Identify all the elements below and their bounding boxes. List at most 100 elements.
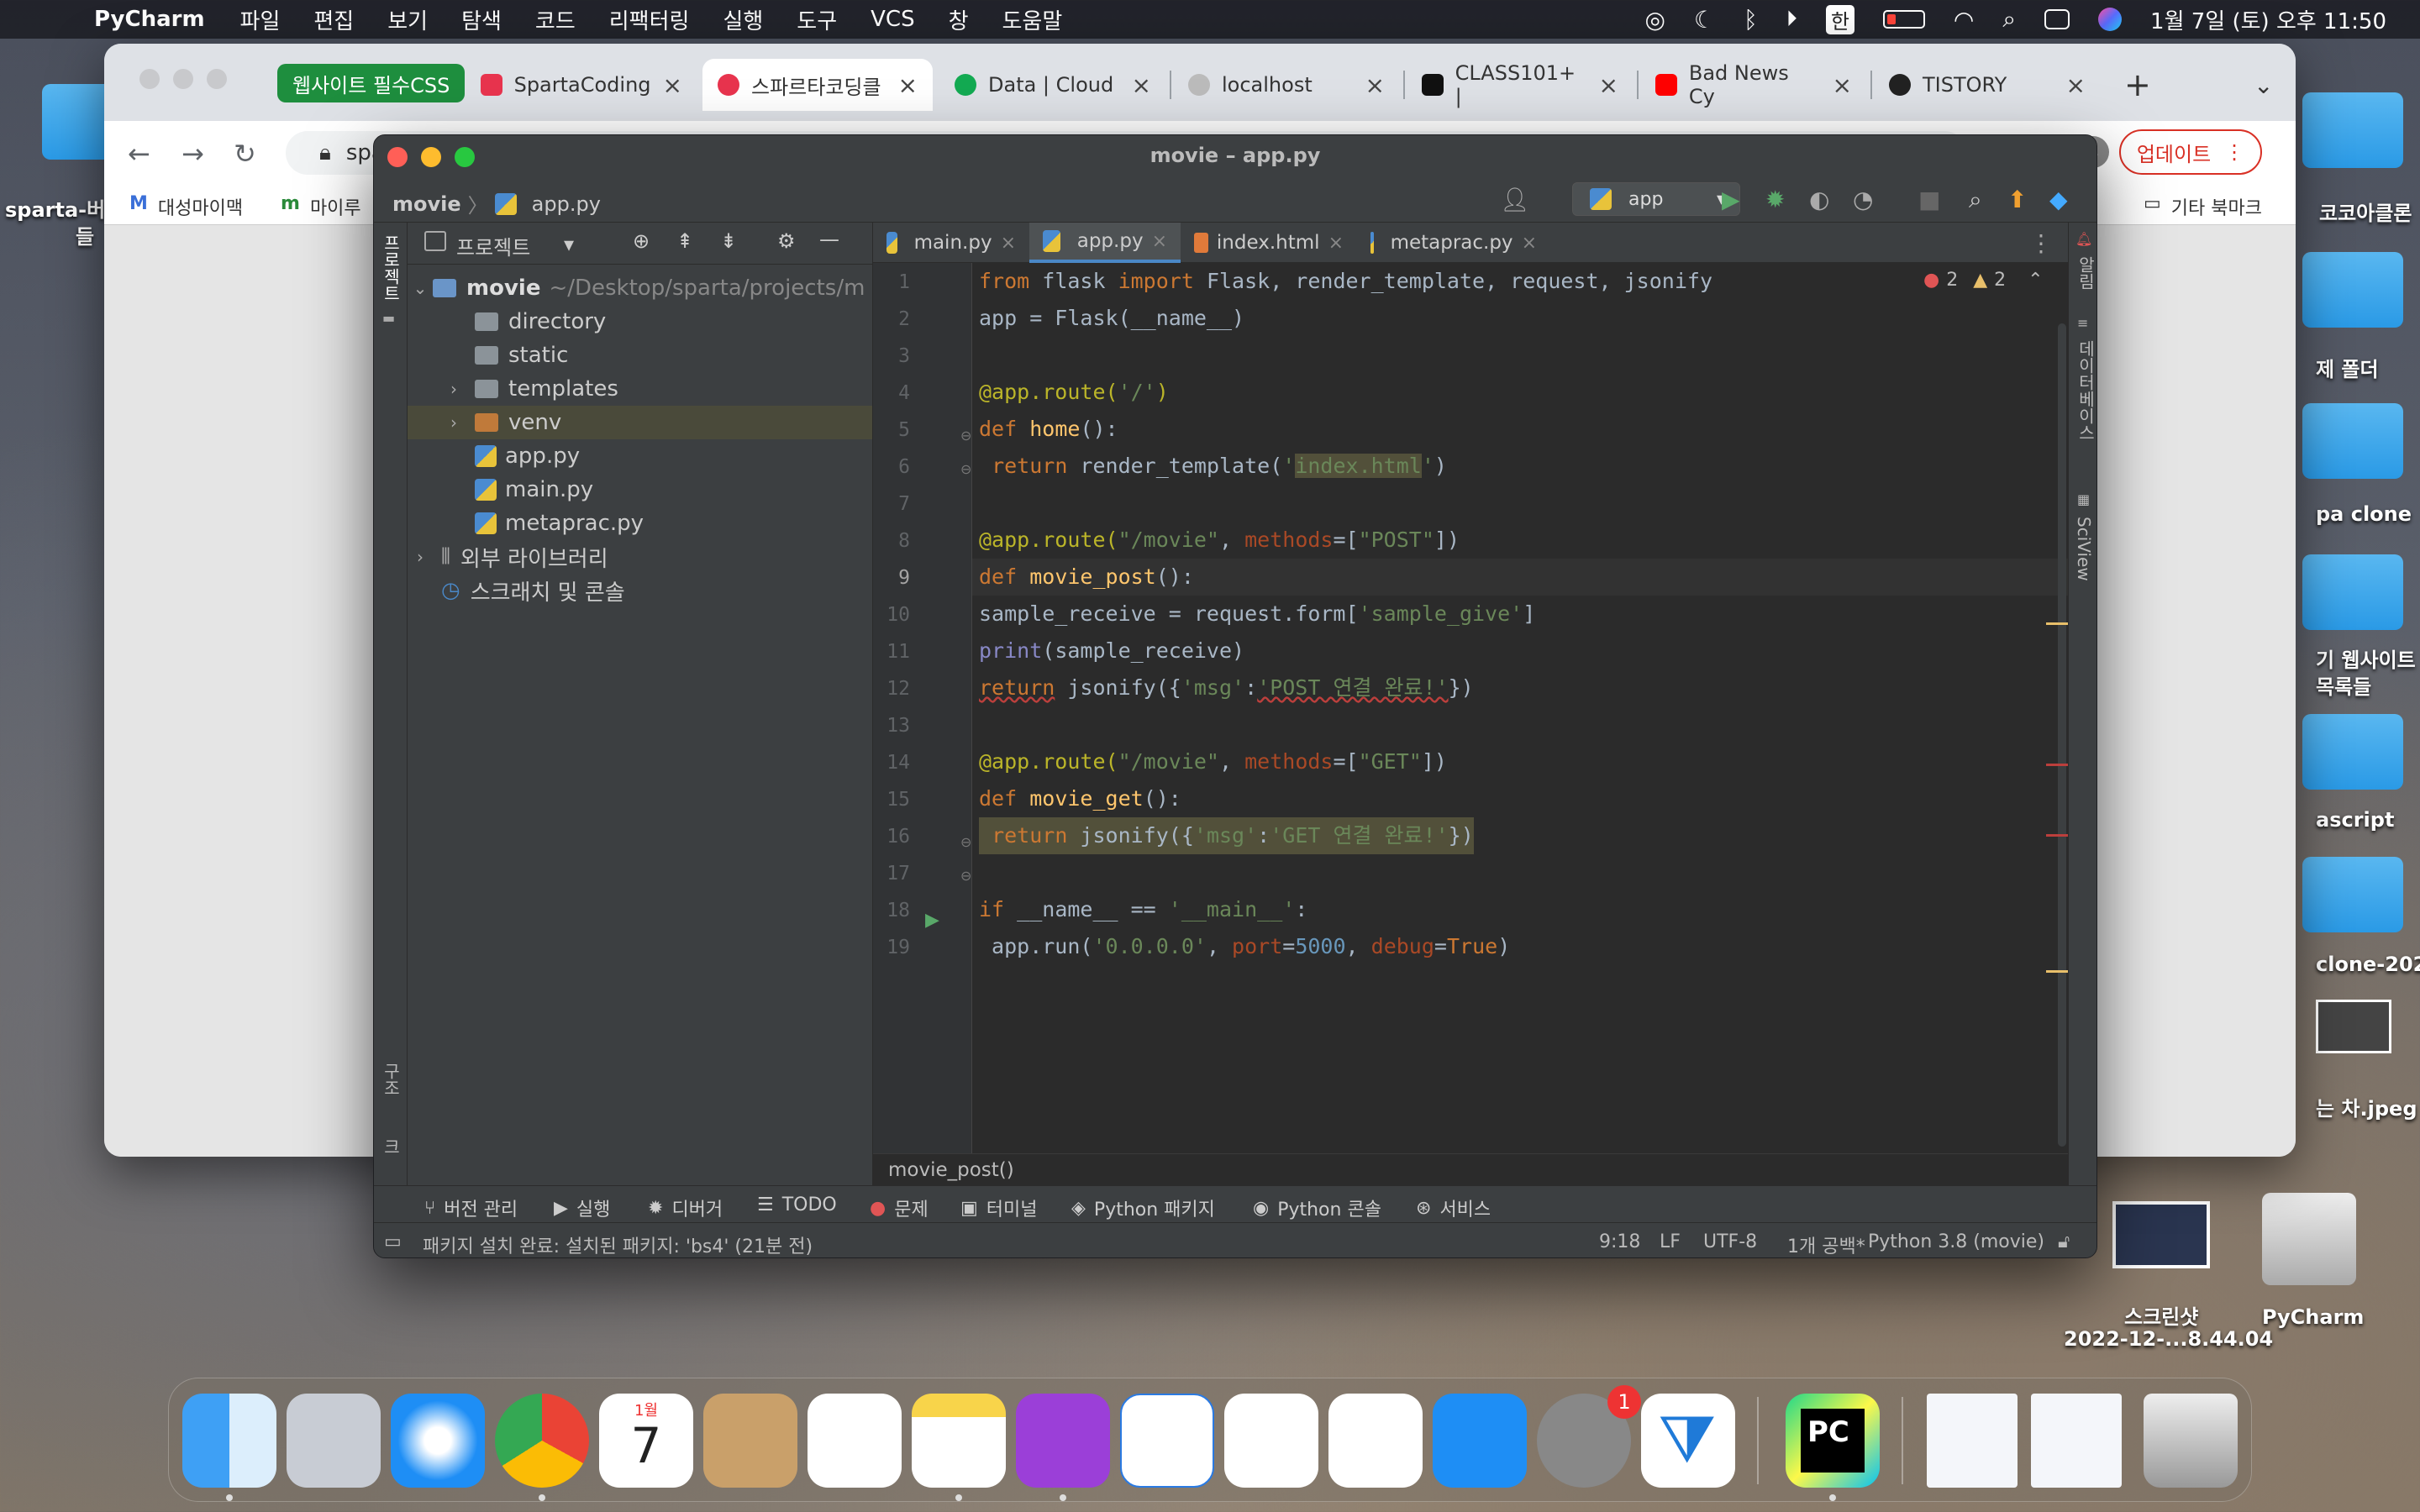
minimize-window-icon[interactable] [421, 147, 441, 167]
tree-item[interactable]: › ⫴ 외부 라이브러리 [408, 540, 872, 574]
tree-item[interactable]: main.py [408, 473, 872, 507]
night-mode-icon[interactable]: ☾ [1694, 6, 1715, 34]
jetbrains-icon[interactable]: ◆ [2049, 186, 2068, 213]
tree-root[interactable]: ⌄ movie ~/Desktop/sparta/projects/m [408, 271, 872, 305]
launchpad-icon[interactable] [287, 1394, 381, 1488]
image-file-icon[interactable] [2316, 1000, 2391, 1053]
tree-item[interactable]: metaprac.py [408, 507, 872, 540]
safari-icon[interactable] [391, 1394, 485, 1488]
creative-cloud-icon[interactable]: ◎ [1644, 6, 1665, 34]
siri-icon[interactable] [2098, 8, 2123, 31]
minimized-window-thumbnail[interactable] [2031, 1394, 2122, 1488]
minimized-window-thumbnail[interactable] [1927, 1394, 2018, 1488]
more-icon[interactable]: ⋮ [2029, 229, 2053, 257]
close-tab-icon[interactable]: × [1365, 71, 1385, 99]
version-control-tool[interactable]: ⑂ 버전 관리 [424, 1194, 518, 1221]
folder-icon[interactable] [2302, 714, 2403, 790]
close-tab-icon[interactable]: × [1001, 233, 1016, 254]
keynote-icon[interactable] [1120, 1394, 1214, 1488]
status-message[interactable]: 패키지 설치 완료: 설치된 패키지: 'bs4' (21분 전) [423, 1231, 813, 1257]
spotlight-icon[interactable]: ⌕ [2002, 5, 2016, 34]
close-tab-icon[interactable]: × [1132, 71, 1151, 99]
minimize-window-icon[interactable] [173, 69, 193, 89]
menu-file[interactable]: 파일 [240, 4, 281, 35]
tab-group-label[interactable]: 웹사이트 필수CSS [277, 64, 466, 102]
trash-icon[interactable] [2144, 1394, 2238, 1488]
tree-item[interactable]: app.py [408, 439, 872, 473]
tree-item[interactable]: directory [408, 305, 872, 339]
problems-tool[interactable]: ● 문제 [870, 1194, 929, 1221]
search-everywhere-icon[interactable]: ⌕ [1969, 186, 1982, 214]
editor-breadcrumb[interactable]: movie_post() [873, 1153, 2096, 1185]
browser-tab[interactable]: localhost × [1173, 59, 1400, 111]
screenshot-file-icon[interactable] [2112, 1201, 2210, 1268]
numbers-icon[interactable] [1224, 1394, 1318, 1488]
zoom-window-icon[interactable] [207, 69, 227, 89]
pages-icon[interactable] [1328, 1394, 1423, 1488]
run-config-select[interactable]: app ▾ [1572, 182, 1740, 216]
notes-icon[interactable] [912, 1394, 1006, 1488]
inspection-widget[interactable]: ● 2 ▲ 2 ⌃ ⌄ [1923, 270, 2081, 291]
browser-tab[interactable]: Bad News Cy × [1640, 59, 1867, 111]
battery-icon[interactable] [1882, 10, 1925, 29]
browser-tab[interactable]: TISTORY × [1874, 59, 2101, 111]
python-packages-tool[interactable]: ◈ Python 패키지 [1071, 1194, 1215, 1221]
close-tab-icon[interactable]: × [1152, 231, 1167, 252]
back-icon[interactable]: ← [128, 138, 150, 170]
reload-icon[interactable]: ↻ [234, 138, 256, 170]
gear-icon[interactable]: ⚙ [777, 229, 796, 253]
update-button[interactable]: 업데이트 ⋮ [2119, 129, 2262, 175]
app-store-icon[interactable] [1433, 1394, 1527, 1488]
vcs-user-icon[interactable]: 👤︎ [1500, 186, 1530, 213]
clock[interactable]: 1월 7일 (토) 오후 11:50 [2150, 4, 2386, 35]
indent-setting[interactable]: 1개 공백* [1787, 1231, 1865, 1257]
caret-position[interactable]: 9:18 [1599, 1231, 1640, 1252]
menu-help[interactable]: 도움말 [1002, 4, 1063, 35]
menu-vcs[interactable]: VCS [871, 7, 914, 32]
debug-icon[interactable]: ✹ [1765, 186, 1785, 213]
breadcrumb-project[interactable]: movie [392, 192, 461, 216]
editor-tab[interactable]: index.html × [1181, 223, 1357, 263]
tree-item[interactable]: › templates [408, 372, 872, 406]
menu-app-name[interactable]: PyCharm [94, 7, 205, 32]
folder-icon[interactable] [2302, 857, 2403, 932]
structure-tool-button[interactable]: 구조 [379, 1063, 403, 1096]
services-tool[interactable]: ⊛ 서비스 [1416, 1194, 1491, 1221]
browser-tab[interactable]: Data | Cloud × [939, 59, 1166, 111]
close-tab-icon[interactable]: × [1522, 233, 1537, 254]
lock-icon[interactable]: 🔓︎ [2058, 1231, 2070, 1252]
database-icon[interactable]: ≡ [2077, 315, 2088, 331]
zoom-window-icon[interactable] [455, 147, 475, 167]
fold-icon[interactable]: ⊖ [960, 868, 971, 884]
chevron-right-icon[interactable]: › [408, 547, 433, 567]
close-window-icon[interactable] [387, 147, 408, 167]
bluetooth-icon[interactable]: ᛒ [1744, 6, 1758, 34]
browser-tab[interactable]: 스파르타코딩클 × [702, 59, 933, 111]
folder-icon[interactable] [2302, 252, 2403, 328]
expand-all-icon[interactable]: ⇞ [676, 229, 693, 253]
hide-icon[interactable]: — [819, 228, 839, 251]
python-interpreter[interactable]: Python 3.8 (movie) [1868, 1231, 2044, 1252]
menu-navigate[interactable]: 탐색 [461, 4, 502, 35]
menu-run[interactable]: 실행 [723, 4, 763, 35]
chevron-down-icon[interactable]: ⌄ [408, 278, 433, 298]
chevron-down-icon[interactable]: ▾ [564, 233, 574, 256]
vscode-icon[interactable]: ⧩ [1641, 1394, 1735, 1488]
notifications-icon[interactable]: 🔔︎ [2075, 231, 2092, 247]
menu-code[interactable]: 코드 [535, 4, 576, 35]
menu-refactor[interactable]: 리팩터링 [609, 4, 690, 35]
browser-tab[interactable]: CLASS101+ | × [1407, 59, 1634, 111]
scrollbar[interactable] [2058, 323, 2066, 1147]
folder-icon[interactable] [2302, 554, 2403, 630]
chrome-icon[interactable] [495, 1394, 589, 1488]
bookmark-item[interactable]: m 마이루 [281, 193, 361, 220]
sciview-icon[interactable]: ▦ [2077, 491, 2090, 507]
notifications-tool-button[interactable]: 알림 [2074, 256, 2096, 290]
locate-icon[interactable]: ⊕ [633, 229, 650, 253]
project-tool-button[interactable]: 프로젝트 [379, 234, 403, 302]
close-tab-icon[interactable]: × [1599, 71, 1618, 99]
line-separator[interactable]: LF [1660, 1231, 1681, 1252]
sciview-tool-button[interactable]: SciView [2074, 517, 2094, 581]
run-icon[interactable]: ▶ [1722, 186, 1740, 213]
close-tab-icon[interactable]: × [2066, 71, 2086, 99]
